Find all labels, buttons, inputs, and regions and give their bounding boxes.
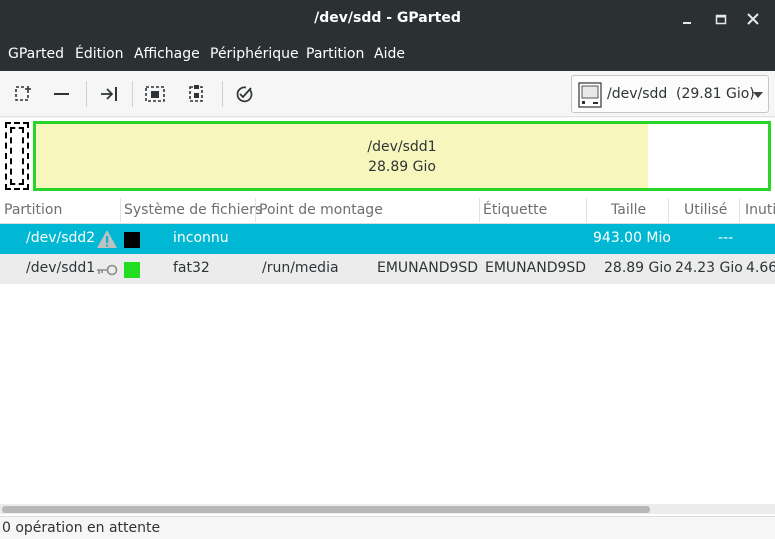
device-name: /dev/sdd xyxy=(607,86,668,102)
row-mount-label: EMUNAND9SD xyxy=(377,260,479,276)
header-separator xyxy=(586,198,587,222)
filesystem-color-swatch xyxy=(124,232,140,248)
header-separator xyxy=(479,198,480,222)
row-unused: 4.66 xyxy=(746,260,775,276)
row-label: EMUNAND9SD xyxy=(485,260,587,276)
device-size: (29.81 Gio) xyxy=(676,86,755,102)
close-button[interactable] xyxy=(743,9,763,29)
copy-icon xyxy=(145,86,165,102)
menu-partition[interactable]: Partition xyxy=(306,46,364,62)
header-filesystem[interactable]: Système de fichiers xyxy=(124,202,262,218)
close-icon xyxy=(747,13,759,25)
row-size: 28.89 Gio xyxy=(604,260,672,276)
delete-partition-button[interactable] xyxy=(51,83,73,105)
chevron-down-icon xyxy=(753,92,763,98)
header-unused[interactable]: Inuti xyxy=(745,202,775,218)
paste-button[interactable] xyxy=(186,83,208,105)
menu-peripherique[interactable]: Périphérique xyxy=(210,46,299,62)
row-used: --- xyxy=(718,230,734,246)
disk-map: /dev/sdd1 28.89 Gio xyxy=(0,118,775,196)
maximize-button[interactable] xyxy=(711,9,731,29)
table-row[interactable]: /dev/sdd1 fat32 /run/media EMUNAND9SD EM… xyxy=(0,254,775,284)
header-partition[interactable]: Partition xyxy=(4,202,62,218)
warning-icon xyxy=(97,230,117,248)
resize-move-icon xyxy=(101,87,117,101)
apply-button[interactable] xyxy=(233,83,255,105)
window-title: /dev/sdd - GParted xyxy=(314,10,461,26)
new-partition-icon xyxy=(15,86,31,101)
row-partition: /dev/sdd1 xyxy=(26,260,96,276)
toolbar-separator xyxy=(222,81,223,107)
minimize-button[interactable] xyxy=(677,9,697,29)
partition-used-space xyxy=(36,124,648,188)
header-label[interactable]: Étiquette xyxy=(483,202,547,218)
key-icon xyxy=(97,264,118,276)
menu-bar: GParted Édition Affichage Périphérique P… xyxy=(0,38,775,71)
toolbar-separator xyxy=(132,81,133,107)
scrollbar-thumb[interactable] xyxy=(2,506,650,513)
paste-icon xyxy=(189,85,203,102)
minimize-icon xyxy=(683,22,691,24)
delete-partition-icon xyxy=(54,93,69,95)
header-separator xyxy=(255,198,256,222)
menu-gparted[interactable]: GParted xyxy=(8,46,64,62)
partition-map-name: /dev/sdd1 xyxy=(367,139,437,155)
partition-table: Partition Système de fichiers Point de m… xyxy=(0,196,775,516)
row-partition: /dev/sdd2 xyxy=(26,230,96,246)
disk-map-sdd2[interactable] xyxy=(5,122,29,190)
filesystem-color-swatch xyxy=(124,262,140,278)
new-partition-button[interactable] xyxy=(12,83,34,105)
table-row[interactable]: /dev/sdd2 inconnu 943.00 Mio --- xyxy=(0,224,775,254)
header-separator xyxy=(120,198,121,222)
header-mountpoint[interactable]: Point de montage xyxy=(259,202,383,218)
row-filesystem: fat32 xyxy=(173,260,210,276)
partition-map-size: 28.89 Gio xyxy=(368,159,436,175)
table-header: Partition Système de fichiers Point de m… xyxy=(0,196,775,224)
header-size[interactable]: Taille xyxy=(611,202,646,218)
menu-aide[interactable]: Aide xyxy=(374,46,405,62)
menu-affichage[interactable]: Affichage xyxy=(134,46,200,62)
disk-map-sdd1[interactable]: /dev/sdd1 28.89 Gio xyxy=(33,121,771,191)
menu-edition[interactable]: Édition xyxy=(75,46,123,62)
device-selector[interactable]: /dev/sdd (29.81 Gio) xyxy=(571,75,769,113)
header-used[interactable]: Utilisé xyxy=(684,202,727,218)
harddisk-icon xyxy=(578,82,602,108)
toolbar-separator xyxy=(86,81,87,107)
row-mountpoint: /run/media xyxy=(262,260,339,276)
row-used: 24.23 Gio xyxy=(675,260,743,276)
horizontal-scrollbar[interactable] xyxy=(0,504,775,514)
row-filesystem: inconnu xyxy=(173,230,229,246)
maximize-icon xyxy=(715,14,727,25)
header-separator xyxy=(668,198,669,222)
pending-operations-status: 0 opération en attente xyxy=(2,520,161,536)
row-size: 943.00 Mio xyxy=(593,230,671,246)
title-bar: /dev/sdd - GParted xyxy=(0,0,775,38)
resize-move-button[interactable] xyxy=(98,83,120,105)
copy-button[interactable] xyxy=(144,83,166,105)
apply-icon xyxy=(236,86,253,103)
header-separator xyxy=(739,198,740,222)
status-bar: 0 opération en attente xyxy=(0,516,775,539)
